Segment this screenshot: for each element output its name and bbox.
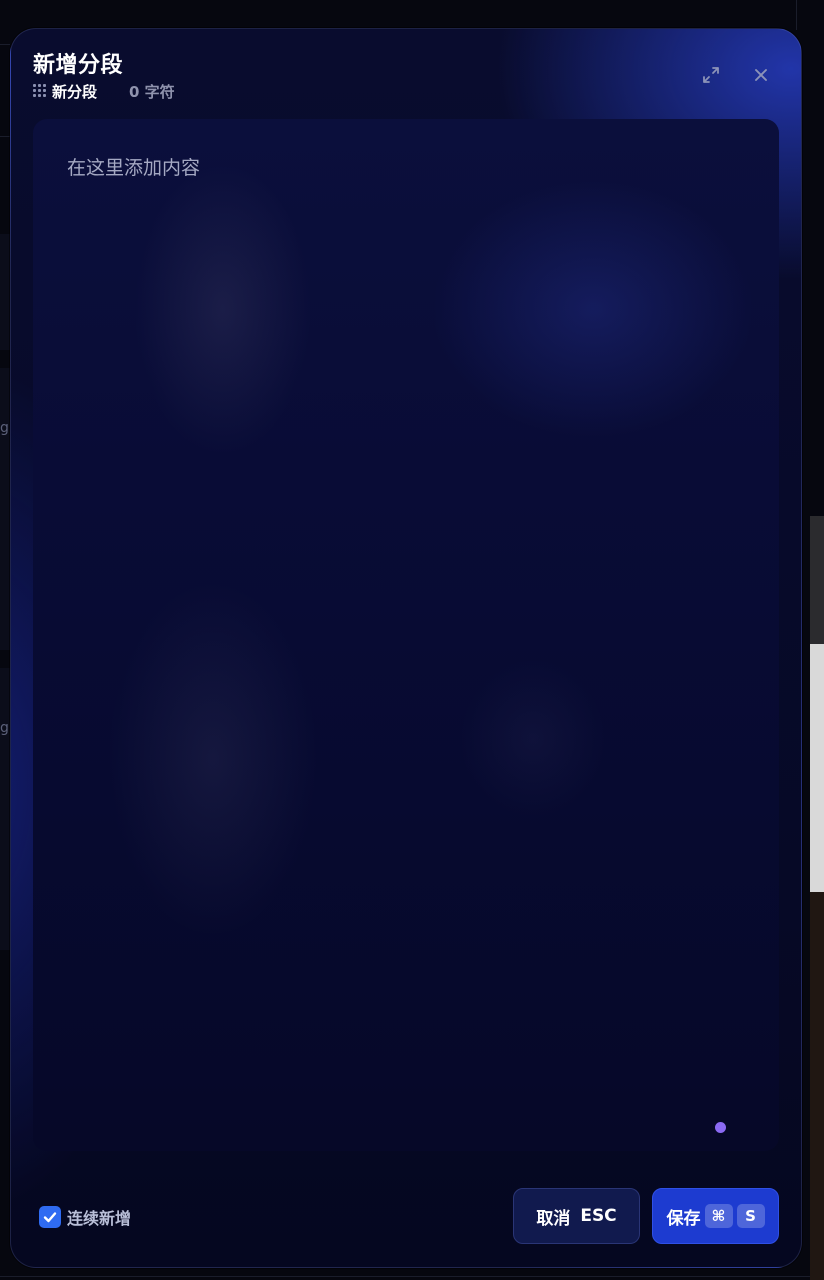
background-side-panel xyxy=(810,516,824,644)
segment-name: 新分段 xyxy=(52,82,98,101)
background-side-image xyxy=(810,892,824,1280)
close-icon xyxy=(755,69,767,81)
continuous-add-label: 连续新增 xyxy=(67,1209,132,1228)
expand-button[interactable] xyxy=(699,63,723,87)
background-text-fragment: g xyxy=(0,720,9,736)
continuous-add-checkbox[interactable]: 连续新增 xyxy=(39,1205,131,1229)
save-shortcut-modifier: ⌘ xyxy=(704,1204,733,1228)
background-card xyxy=(0,234,10,350)
modal-title: 新增分段 xyxy=(33,53,124,78)
close-button[interactable] xyxy=(749,63,773,87)
save-shortcut-key: S xyxy=(736,1204,765,1228)
save-label: 保存 xyxy=(666,1208,701,1229)
segment-info: 新分段 0 字符 xyxy=(33,81,175,101)
checkbox[interactable] xyxy=(39,1206,61,1228)
status-dot xyxy=(715,1122,726,1133)
content-editor xyxy=(33,119,779,1151)
background-card xyxy=(0,368,10,650)
expand-icon xyxy=(703,67,719,83)
char-count: 0 字符 xyxy=(129,82,175,101)
background-text-fragment: g xyxy=(0,420,9,436)
grid-icon xyxy=(33,84,47,98)
cancel-label: 取消 xyxy=(536,1208,571,1229)
cancel-shortcut: ESC xyxy=(580,1206,617,1226)
save-button[interactable]: 保存 ⌘ S xyxy=(652,1188,779,1244)
background-card xyxy=(0,668,10,950)
background-divider xyxy=(0,1276,824,1277)
background-divider xyxy=(796,0,797,30)
cancel-button[interactable]: 取消 ESC xyxy=(513,1188,640,1244)
add-segment-modal: 新增分段 新分段 0 字符 连续新增 xyxy=(10,28,802,1268)
background-side-panel xyxy=(810,644,824,892)
modal-header: 新增分段 新分段 0 字符 xyxy=(33,47,779,107)
content-input[interactable] xyxy=(67,153,747,1113)
check-icon xyxy=(43,1212,57,1223)
background-divider xyxy=(0,44,10,45)
background-divider xyxy=(0,136,10,137)
